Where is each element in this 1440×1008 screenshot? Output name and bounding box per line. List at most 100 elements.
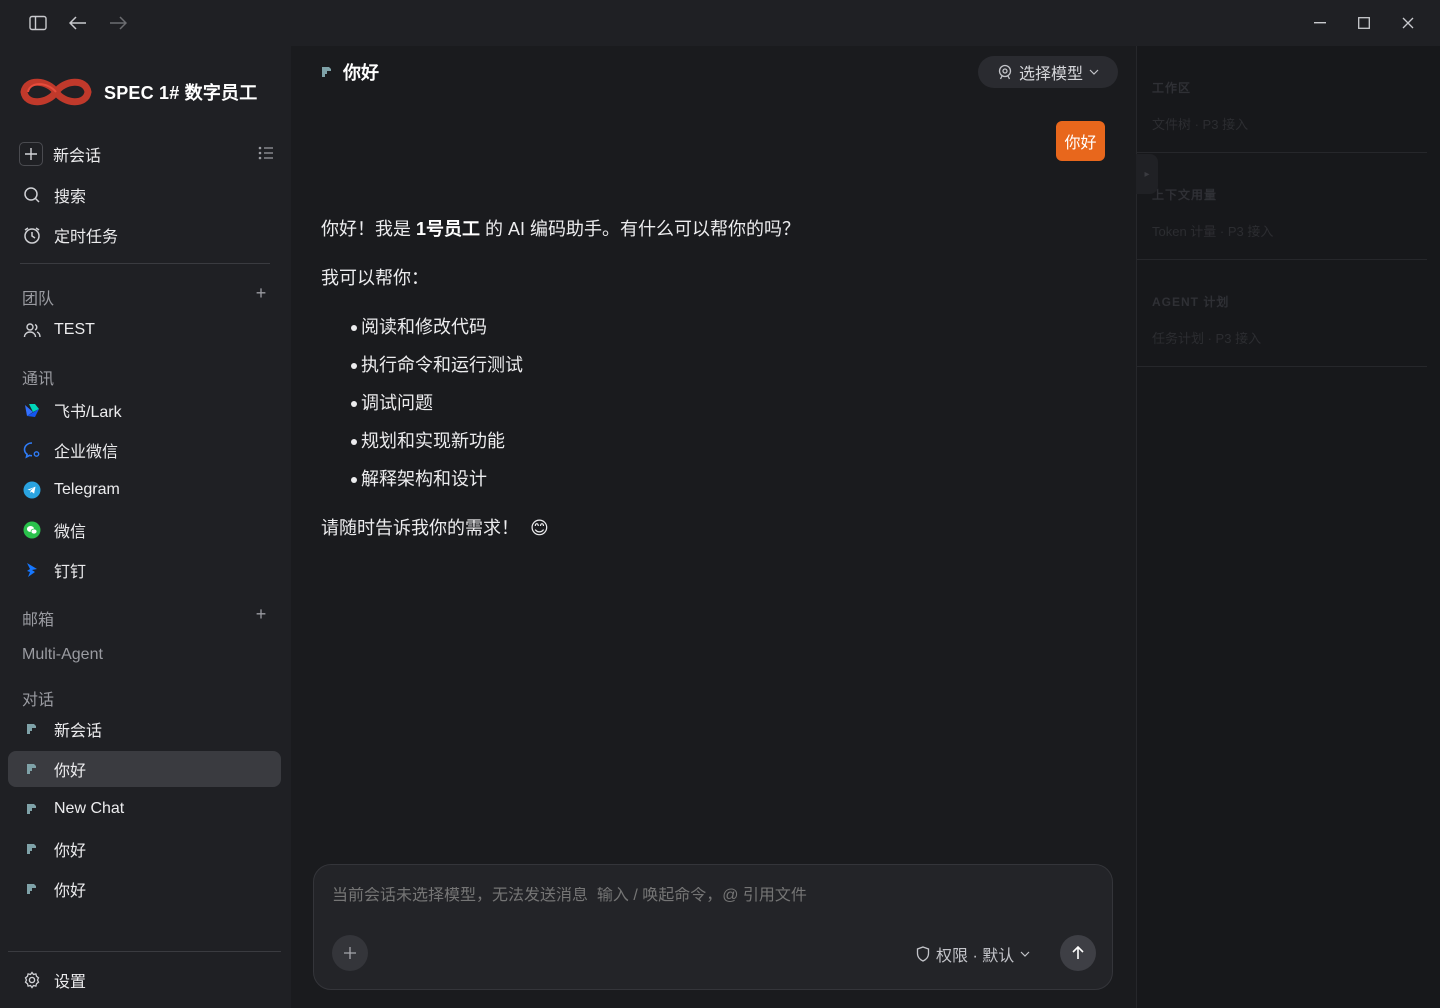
chat-item-active[interactable]: 你好 (8, 751, 281, 787)
list-icon[interactable] (258, 145, 274, 166)
chat-item-label: 你好 (54, 843, 87, 860)
arrow-up-icon (1072, 946, 1084, 959)
new-chat-button[interactable]: 新会话 (8, 136, 281, 172)
sidebar-item-label: TEST (54, 321, 95, 338)
settings-button[interactable]: 设置 (8, 962, 281, 998)
minimize-icon[interactable] (1309, 12, 1331, 34)
chat-item-label: 你好 (54, 763, 87, 780)
lark-icon (22, 400, 42, 420)
user-message: 你好 (1056, 121, 1105, 161)
section-comms-label: 通讯 (22, 371, 55, 388)
brand-name: SPEC 1# 数字员工 (104, 83, 258, 103)
permission-label: 权限 · 默认 (936, 948, 1015, 965)
scheduled-tasks-label: 定时任务 (54, 229, 119, 246)
section-title: AGENT 计划 (1152, 295, 1230, 309)
back-arrow-icon[interactable] (67, 12, 89, 34)
chevron-right-icon: ▸ (1144, 168, 1150, 180)
wecom-icon (22, 440, 42, 460)
context-usage-section: 上下文用量 Token 计量 · P3 接入 (1136, 153, 1427, 260)
add-mail-button[interactable]: + (252, 604, 270, 624)
chat-item[interactable]: 你好 (8, 871, 281, 907)
sidebar-item-label: 钉钉 (54, 564, 87, 581)
title-bar (0, 0, 1440, 46)
assistant-name: 1号员工 (416, 219, 481, 239)
section-team-label: 团队 (22, 291, 55, 308)
list-item: 规划和实现新功能 (351, 431, 505, 451)
chat-main: 你好 选择模型 你好 你好！我是 1号员工 的 AI 编码助手。有什么可以帮你的… (291, 46, 1136, 1008)
shield-icon (916, 946, 930, 962)
chat-icon (22, 759, 42, 779)
list-item: 调试问题 (351, 393, 433, 413)
section-subtitle: 文件树 · P3 接入 (1152, 117, 1249, 132)
sidebar-item-telegram[interactable]: Telegram (8, 472, 281, 508)
telegram-icon (22, 480, 42, 500)
dingtalk-icon (22, 560, 42, 580)
message-composer: 权限 · 默认 (313, 864, 1113, 990)
sidebar-item-wecom[interactable]: 企业微信 (8, 432, 281, 468)
maximize-icon[interactable] (1353, 12, 1375, 34)
chat-icon (22, 799, 42, 819)
list-item: 阅读和修改代码 (351, 317, 487, 337)
plus-icon (19, 142, 43, 166)
model-icon (998, 64, 1012, 80)
new-chat-label: 新会话 (53, 148, 102, 165)
assistant-can-help: 我可以帮你： (321, 268, 429, 288)
chat-icon (22, 719, 42, 739)
chevron-down-icon (1089, 69, 1099, 75)
sidebar-item-label: 微信 (54, 524, 87, 541)
smile-emoji-icon: 😊 (530, 518, 549, 538)
chat-icon (22, 879, 42, 899)
add-team-button[interactable]: + (252, 283, 270, 303)
sidebar-item-lark[interactable]: 飞书/Lark (8, 392, 281, 428)
page-title: 你好 (343, 63, 379, 83)
chat-item[interactable]: 新会话 (8, 711, 281, 747)
message-input[interactable] (332, 887, 1032, 905)
section-multi-agent-label[interactable]: Multi-Agent (22, 646, 103, 664)
scheduled-tasks-button[interactable]: 定时任务 (8, 217, 281, 253)
sidebar-item-label: 企业微信 (54, 444, 119, 461)
sidebar: SPEC 1# 数字员工 新会话 搜索 定时任务 团队 + TEST 通讯 飞书… (0, 46, 291, 1008)
search-label: 搜索 (54, 189, 87, 206)
chat-header: 你好 (321, 61, 379, 83)
permission-dropdown[interactable]: 权限 · 默认 (916, 943, 1030, 965)
logo-icon (20, 78, 92, 106)
section-title: 上下文用量 (1152, 188, 1218, 202)
sidebar-item-label: 飞书/Lark (54, 404, 122, 421)
search-button[interactable]: 搜索 (8, 177, 281, 213)
chat-item[interactable]: New Chat (8, 791, 281, 827)
brand: SPEC 1# 数字员工 (20, 72, 257, 112)
workspace-section: 工作区 文件树 · P3 接入 (1136, 46, 1427, 153)
right-panel: 工作区 文件树 · P3 接入 上下文用量 Token 计量 · P3 接入 A… (1136, 46, 1440, 1008)
settings-label: 设置 (54, 974, 87, 991)
section-subtitle: Token 计量 · P3 接入 (1152, 224, 1274, 239)
sidebar-toggle-icon[interactable] (27, 12, 49, 34)
select-model-label: 选择模型 (1018, 66, 1083, 83)
sidebar-item-dingtalk[interactable]: 钉钉 (8, 552, 281, 588)
assistant-closing: 请随时告诉我你的需求！ 😊 (321, 518, 549, 538)
sidebar-item-wechat[interactable]: 微信 (8, 512, 281, 548)
sidebar-item-label: Telegram (54, 481, 120, 498)
attach-button[interactable] (332, 935, 368, 971)
assistant-intro: 你好！我是 1号员工 的 AI 编码助手。有什么可以帮你的吗？ (321, 219, 801, 239)
chat-item-label: New Chat (54, 800, 125, 817)
list-item: 执行命令和运行测试 (351, 355, 523, 375)
users-icon (22, 320, 42, 340)
forward-arrow-icon[interactable] (107, 12, 129, 34)
clock-icon (22, 225, 42, 245)
chevron-down-icon (1020, 951, 1030, 957)
chat-item-label: 你好 (54, 883, 87, 900)
close-icon[interactable] (1397, 12, 1419, 34)
panel-collapse-toggle[interactable]: ▸ (1136, 154, 1158, 194)
select-model-button[interactable]: 选择模型 (978, 56, 1118, 88)
sidebar-item-test[interactable]: TEST (8, 312, 281, 348)
plus-icon (344, 947, 356, 959)
section-title: 工作区 (1152, 81, 1192, 95)
divider (8, 951, 281, 952)
agent-plan-section: AGENT 计划 任务计划 · P3 接入 (1136, 260, 1427, 367)
chat-icon (322, 67, 331, 77)
send-button[interactable] (1060, 935, 1096, 971)
chat-item-label: 新会话 (54, 723, 103, 740)
section-subtitle: 任务计划 · P3 接入 (1152, 331, 1262, 346)
chat-item[interactable]: 你好 (8, 831, 281, 867)
section-chats-label: 对话 (22, 692, 55, 709)
